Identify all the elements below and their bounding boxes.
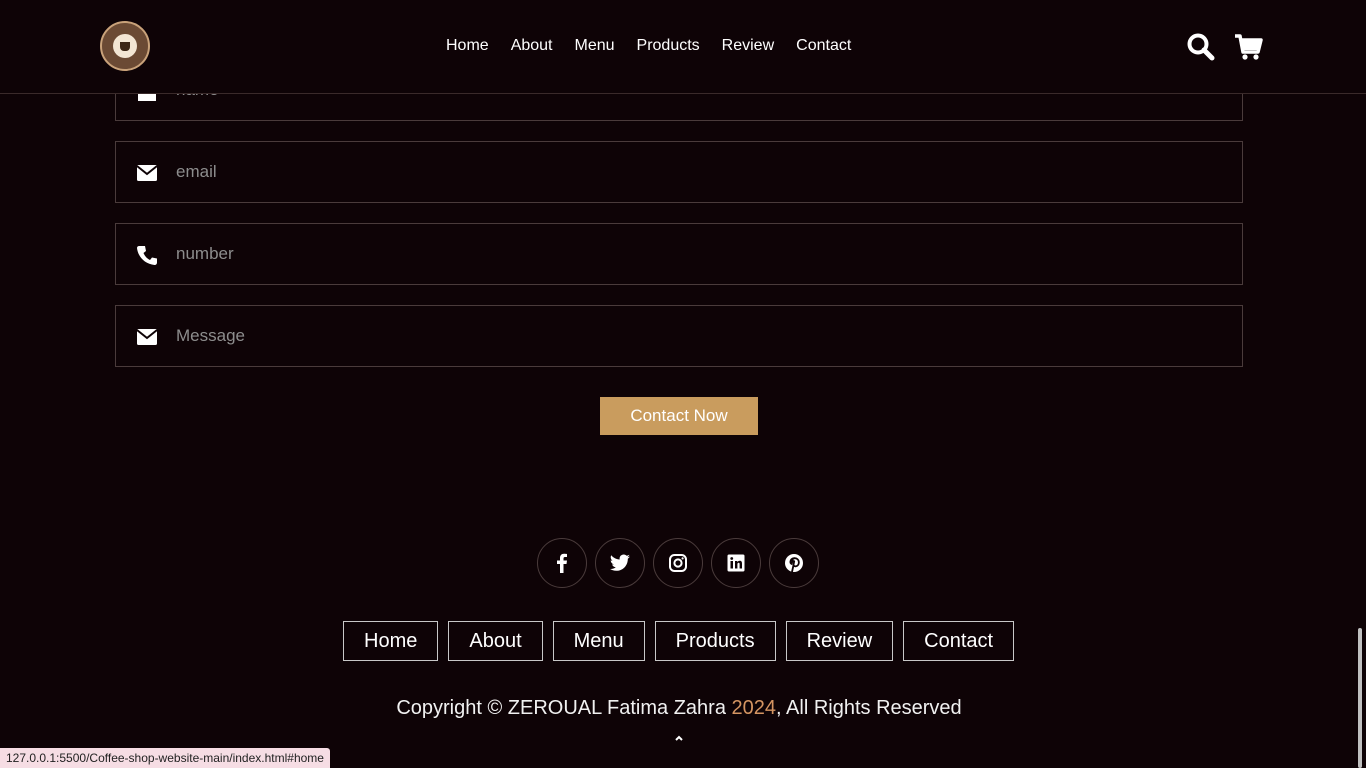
copyright-prefix: Copyright © ZEROUAL Fatima Zahra (396, 697, 732, 719)
contact-now-button[interactable]: Contact Now (600, 397, 758, 435)
email-input[interactable] (176, 142, 1236, 202)
coffee-shop-logo[interactable] (100, 21, 150, 71)
header: Home About Menu Products Review Contact (0, 0, 1366, 94)
linkedin-icon (727, 554, 745, 572)
instagram-icon (669, 554, 687, 572)
search-icon[interactable] (1186, 32, 1216, 62)
email-field (115, 141, 1243, 203)
nav-products[interactable]: Products (637, 37, 700, 55)
nav-menu[interactable]: Menu (575, 37, 615, 55)
footer-nav-products[interactable]: Products (654, 621, 776, 661)
status-bar-url: 127.0.0.1:5500/Coffee-shop-website-main/… (0, 748, 330, 768)
footer-nav-menu[interactable]: Menu (552, 621, 645, 661)
nav-about[interactable]: About (511, 37, 553, 55)
main-nav: Home About Menu Products Review Contact (446, 37, 873, 55)
footer-nav: Home About Menu Products Review Contact (343, 621, 1024, 661)
linkedin-link[interactable] (711, 538, 761, 588)
cart-icon[interactable] (1233, 32, 1263, 62)
twitter-link[interactable] (595, 538, 645, 588)
scrollbar-thumb[interactable] (1358, 628, 1362, 768)
cup-icon (120, 42, 130, 51)
nav-review[interactable]: Review (722, 37, 774, 55)
message-input[interactable] (176, 306, 1236, 366)
facebook-link[interactable] (537, 538, 587, 588)
footer-nav-home[interactable]: Home (343, 621, 439, 661)
footer-nav-about[interactable]: About (448, 621, 543, 661)
number-input[interactable] (176, 224, 1236, 284)
phone-icon (137, 246, 157, 265)
nav-contact[interactable]: Contact (796, 37, 851, 55)
copyright-year: 2024 (731, 697, 777, 719)
number-field (115, 223, 1243, 285)
nav-home[interactable]: Home (446, 37, 489, 55)
footer-nav-review[interactable]: Review (785, 621, 894, 661)
copyright-suffix: , All Rights Reserved (776, 697, 962, 719)
scroll-top-icon[interactable] (674, 733, 684, 743)
pinterest-link[interactable] (769, 538, 819, 588)
message-field (115, 305, 1243, 367)
logo-emblem (113, 34, 137, 58)
social-links (537, 538, 827, 588)
twitter-icon (609, 554, 630, 571)
envelope-icon (136, 329, 158, 345)
pinterest-icon (785, 554, 803, 573)
envelope-icon (136, 165, 158, 181)
instagram-link[interactable] (653, 538, 703, 588)
copyright: Copyright © ZEROUAL Fatima Zahra 2024, A… (0, 697, 1358, 720)
footer-nav-contact[interactable]: Contact (903, 621, 1015, 661)
facebook-icon (557, 553, 567, 573)
